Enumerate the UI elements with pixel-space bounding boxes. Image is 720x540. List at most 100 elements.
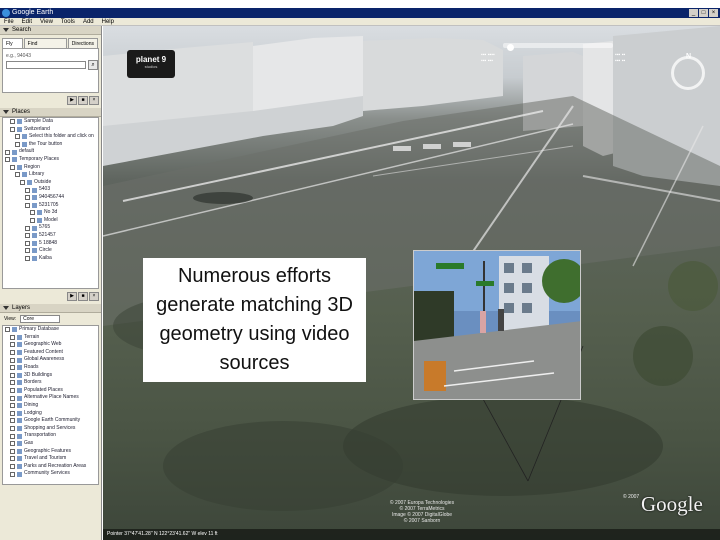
places-tree-item[interactable]: 5 18848 [3,240,98,248]
stop-icon[interactable]: ■ [78,292,88,301]
layers-tree-item[interactable]: Dining [3,402,98,410]
layers-tree-item[interactable]: Alternative Place Names [3,394,98,402]
checkbox-icon[interactable] [20,180,25,186]
places-tree-item[interactable]: 5403 [3,186,98,194]
checkbox-icon[interactable] [10,463,15,469]
places-tree-item[interactable]: Circle [3,247,98,255]
layers-tree-item[interactable]: Geographic Web [3,341,98,349]
places-tree-item[interactable]: Library [3,171,98,179]
checkbox-icon[interactable] [15,134,20,140]
checkbox-icon[interactable] [10,456,15,462]
checkbox-icon[interactable] [15,142,20,148]
layers-tree-item[interactable]: Primary Database [3,326,98,334]
places-tree-item[interactable]: 521457 [3,232,98,240]
menu-add[interactable]: Add [83,18,94,25]
search-icon[interactable]: ⌕ [88,60,98,70]
places-tree-item[interactable]: Region [3,164,98,172]
menu-view[interactable]: View [40,18,53,25]
places-tree-item[interactable]: 940456744 [3,194,98,202]
tab-find-businesses[interactable]: Find Businesses [23,38,67,57]
layers-tree-item[interactable]: Google Earth Community [3,417,98,425]
checkbox-icon[interactable] [10,403,15,409]
checkbox-icon[interactable] [25,225,30,231]
places-tree-item[interactable]: Temporary Places [3,156,98,164]
checkbox-icon[interactable] [10,357,15,363]
checkbox-icon[interactable] [10,448,15,454]
checkbox-icon[interactable] [15,172,20,178]
layers-tree-item[interactable]: Travel and Tourism [3,455,98,463]
checkbox-icon[interactable] [10,350,15,356]
layers-tree-item[interactable]: Featured Content [3,349,98,357]
checkbox-icon[interactable] [25,255,30,261]
menu-file[interactable]: File [4,18,14,25]
look-joystick-icon[interactable] [507,44,514,51]
checkbox-icon[interactable] [25,240,30,246]
places-tree-item[interactable]: 5765 [3,224,98,232]
checkbox-icon[interactable] [10,372,15,378]
checkbox-icon[interactable] [5,327,10,333]
compass-icon[interactable]: N [671,53,705,90]
checkbox-icon[interactable] [30,218,35,224]
checkbox-icon[interactable] [25,248,30,254]
earth-viewport[interactable]: ▪▪▪ ▪▪▪▪ ▪▪▪ ▪▪▪ ▪▪▪ ▪▪ ▪▪▪ ▪▪ planet 9 st… [103,26,720,540]
places-tree-item[interactable]: Outside [3,179,98,187]
places-tree-item[interactable]: default [3,148,98,156]
clear-icon[interactable]: × [89,292,99,301]
checkbox-icon[interactable] [25,202,30,208]
checkbox-icon[interactable] [5,149,10,155]
checkbox-icon[interactable] [10,164,15,170]
layers-tree-item[interactable]: Global Awareness [3,356,98,364]
checkbox-icon[interactable] [10,365,15,371]
layers-view-select[interactable]: Core [20,315,61,323]
menu-help[interactable]: Help [102,18,114,25]
maximize-icon[interactable]: □ [699,9,708,17]
checkbox-icon[interactable] [10,426,15,432]
places-tree-item[interactable]: Kaiba [3,255,98,263]
layers-tree-item[interactable]: Transportation [3,432,98,440]
checkbox-icon[interactable] [25,233,30,239]
tab-fly-to[interactable]: Fly To [2,38,23,57]
places-tree-item[interactable]: Sample Data [3,118,98,126]
places-tree-item[interactable]: Switzerland [3,126,98,134]
checkbox-icon[interactable] [25,195,30,201]
search-input[interactable] [6,61,86,69]
layers-panel-header[interactable]: Layers [0,304,101,313]
checkbox-icon[interactable] [10,433,15,439]
search-panel-header[interactable]: Search [0,26,101,35]
checkbox-icon[interactable] [10,418,15,424]
layers-tree-item[interactable]: Shopping and Services [3,425,98,433]
layers-tree-item[interactable]: Lodging [3,410,98,418]
checkbox-icon[interactable] [10,342,15,348]
checkbox-icon[interactable] [10,334,15,340]
layers-tree-item[interactable]: Gas [3,440,98,448]
places-panel-header[interactable]: Places [0,108,101,117]
play-icon[interactable]: ▶ [67,96,77,105]
places-tree-item[interactable]: No 3d [3,209,98,217]
checkbox-icon[interactable] [10,410,15,416]
close-icon[interactable]: × [709,9,718,17]
tab-directions[interactable]: Directions [67,38,98,48]
layers-tree-item[interactable]: Borders [3,379,98,387]
checkbox-icon[interactable] [30,210,35,216]
places-tree-item[interactable]: Select this folder and click on [3,133,98,141]
play-icon[interactable]: ▶ [67,292,77,301]
stop-icon[interactable]: ■ [78,96,88,105]
places-tree-item[interactable]: 5231705 [3,202,98,210]
layers-tree-item[interactable]: Community Services [3,470,98,478]
checkbox-icon[interactable] [10,119,15,125]
clear-icon[interactable]: × [89,96,99,105]
checkbox-icon[interactable] [5,157,10,163]
tilt-slider[interactable] [503,43,613,48]
layers-tree-item[interactable]: Geographic Features [3,448,98,456]
checkbox-icon[interactable] [10,380,15,386]
checkbox-icon[interactable] [10,395,15,401]
layers-tree-item[interactable]: 3D Buildings [3,372,98,380]
layers-tree-item[interactable]: Parks and Recreation Areas [3,463,98,471]
places-tree-item[interactable]: the Tour button [3,141,98,149]
checkbox-icon[interactable] [10,388,15,394]
checkbox-icon[interactable] [10,471,15,477]
layers-tree-item[interactable]: Roads [3,364,98,372]
checkbox-icon[interactable] [25,187,30,193]
layers-tree-item[interactable]: Populated Places [3,387,98,395]
checkbox-icon[interactable] [10,126,15,132]
